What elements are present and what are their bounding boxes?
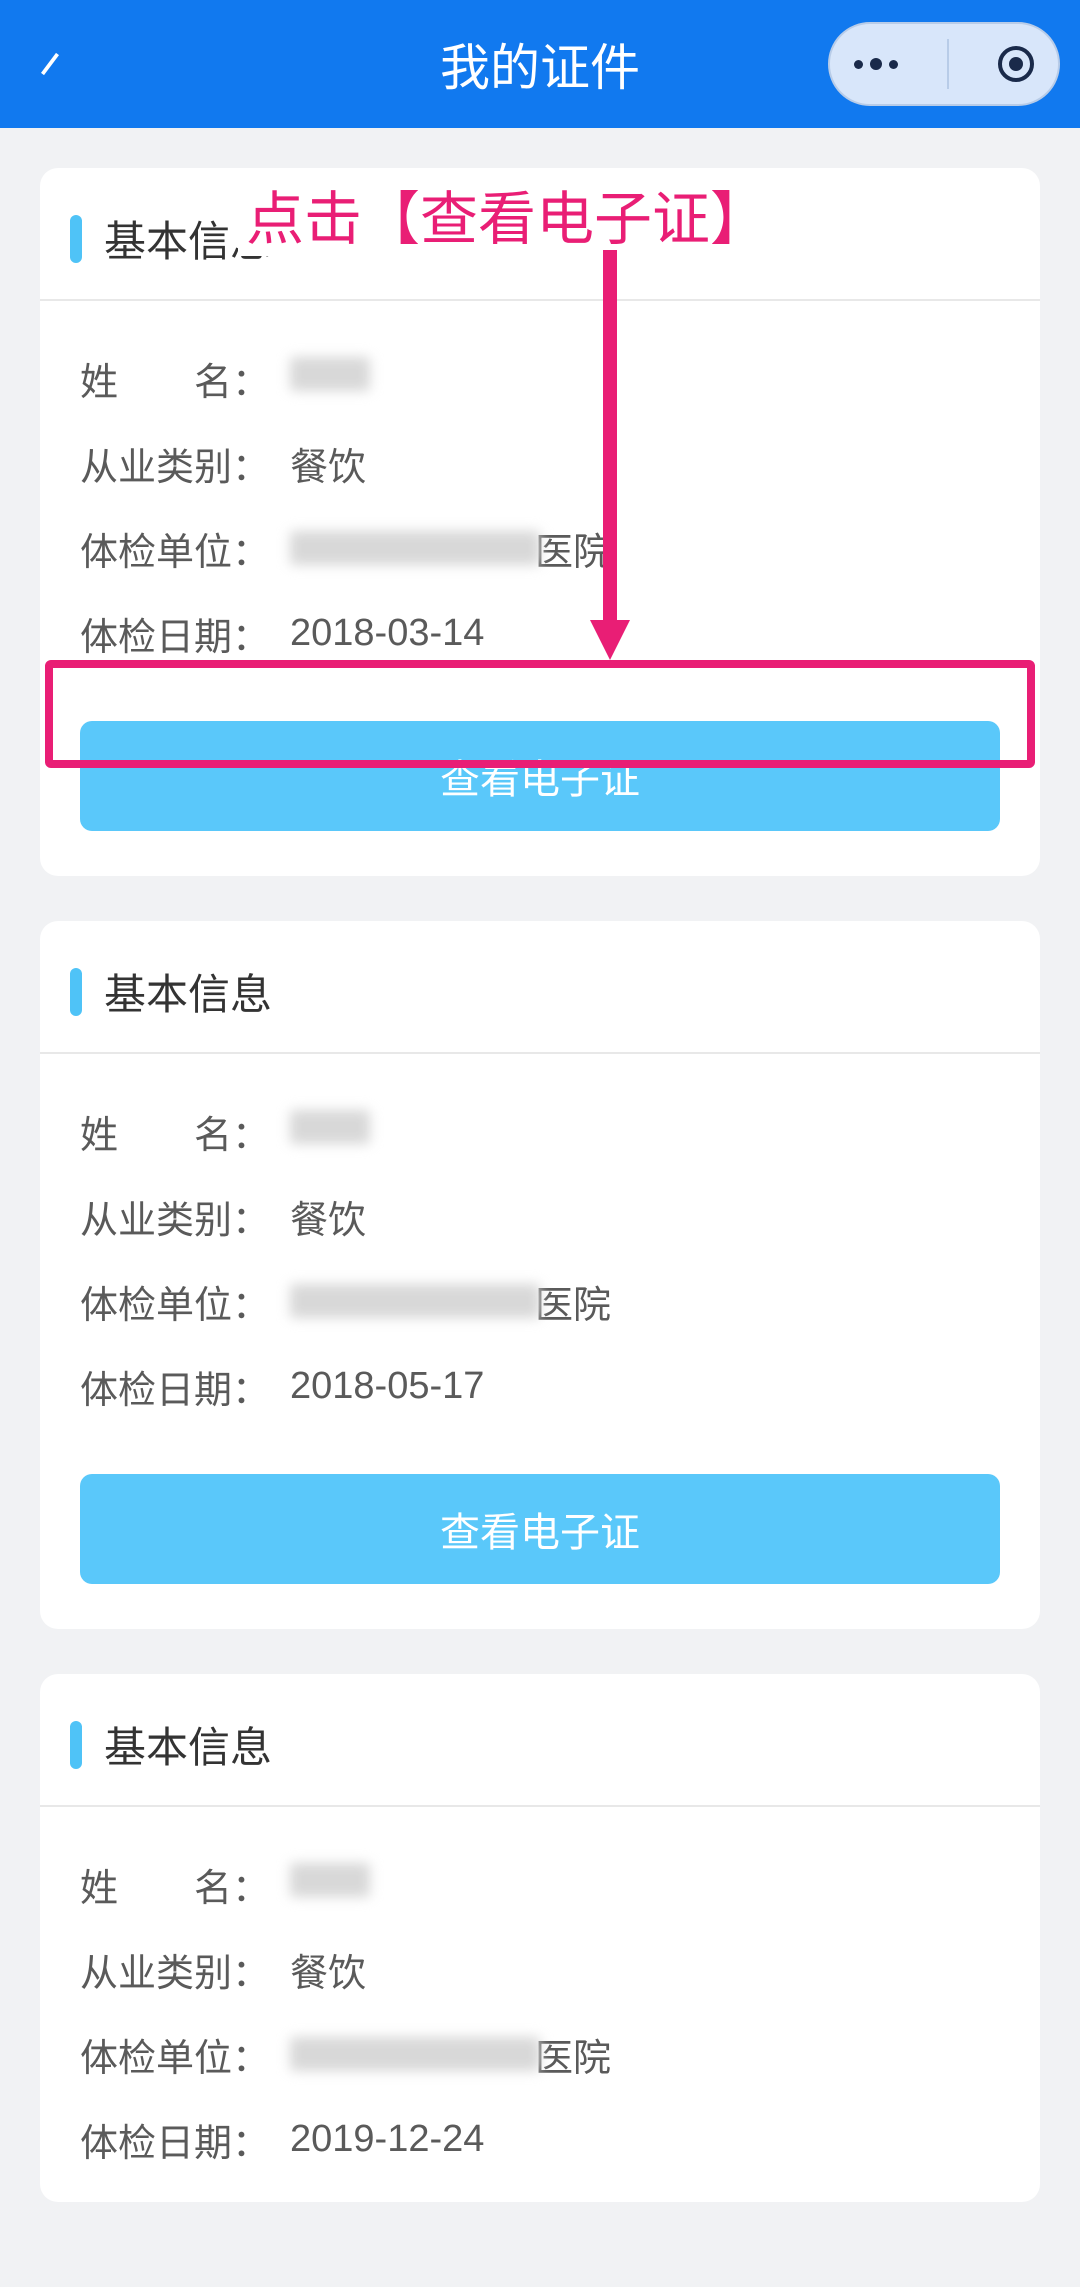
card-section-title: 基本信息 xyxy=(104,961,272,1022)
category-label: 从业类别： xyxy=(80,436,290,491)
miniprogram-capsule[interactable] xyxy=(828,22,1060,106)
date-value: 2018-05-17 xyxy=(290,1365,484,1408)
menu-icon[interactable] xyxy=(854,58,898,70)
category-row: 从业类别： 餐饮 xyxy=(80,1927,1000,2012)
date-label: 体检日期： xyxy=(80,2112,290,2167)
card-body: 姓 名： 从业类别： 餐饮 体检单位： 医院 体检日期： 2018-03-14 xyxy=(40,301,1040,696)
certificate-card: 基本信息 姓 名： 从业类别： 餐饮 体检单位： 医院 体检日期： 2018-0… xyxy=(40,168,1040,876)
unit-label: 体检单位： xyxy=(80,521,290,576)
name-row: 姓 名： xyxy=(80,1089,1000,1174)
page-title: 我的证件 xyxy=(440,28,640,100)
name-value xyxy=(290,1110,370,1154)
date-label: 体检日期： xyxy=(80,1359,290,1414)
card-body: 姓 名： 从业类别： 餐饮 体检单位： 医院 体检日期： 2019-12-24 xyxy=(40,1807,1040,2202)
capsule-divider xyxy=(947,39,949,89)
date-row: 体检日期： 2018-05-17 xyxy=(80,1344,1000,1429)
name-label: 姓 名： xyxy=(80,1104,290,1159)
name-value xyxy=(290,1863,370,1907)
name-row: 姓 名： xyxy=(80,1842,1000,1927)
name-label: 姓 名： xyxy=(80,351,290,406)
view-ecert-button[interactable]: 查看电子证 xyxy=(80,1474,1000,1584)
category-label: 从业类别： xyxy=(80,1942,290,1997)
content-area: 基本信息 姓 名： 从业类别： 餐饮 体检单位： 医院 体检日期： 2018-0… xyxy=(0,128,1080,2287)
name-row: 姓 名： xyxy=(80,336,1000,421)
back-icon[interactable] xyxy=(30,44,70,84)
app-header: 我的证件 xyxy=(0,0,1080,128)
close-icon[interactable] xyxy=(998,46,1034,82)
card-header: 基本信息 xyxy=(40,1674,1040,1807)
category-label: 从业类别： xyxy=(80,1189,290,1244)
unit-label: 体检单位： xyxy=(80,1274,290,1329)
unit-row: 体检单位： 医院 xyxy=(80,1259,1000,1344)
category-value: 餐饮 xyxy=(290,1189,366,1244)
unit-row: 体检单位： 医院 xyxy=(80,2012,1000,2097)
view-ecert-button[interactable]: 查看电子证 xyxy=(80,721,1000,831)
unit-row: 体检单位： 医院 xyxy=(80,506,1000,591)
accent-bar-icon xyxy=(70,215,82,263)
category-row: 从业类别： 餐饮 xyxy=(80,421,1000,506)
date-row: 体检日期： 2019-12-24 xyxy=(80,2097,1000,2182)
unit-value: 医院 xyxy=(290,521,611,576)
date-row: 体检日期： 2018-03-14 xyxy=(80,591,1000,676)
unit-value: 医院 xyxy=(290,2027,611,2082)
annotation-arrow-icon xyxy=(590,250,630,665)
card-body: 姓 名： 从业类别： 餐饮 体检单位： 医院 体检日期： 2018-05-17 xyxy=(40,1054,1040,1449)
unit-label: 体检单位： xyxy=(80,2027,290,2082)
date-value: 2018-03-14 xyxy=(290,612,484,655)
unit-value: 医院 xyxy=(290,1274,611,1329)
accent-bar-icon xyxy=(70,968,82,1016)
annotation-text: 点击【查看电子证】 xyxy=(238,172,776,256)
certificate-card: 基本信息 姓 名： 从业类别： 餐饮 体检单位： 医院 体检日期： 2019-1… xyxy=(40,1674,1040,2202)
category-value: 餐饮 xyxy=(290,436,366,491)
category-value: 餐饮 xyxy=(290,1942,366,1997)
name-value xyxy=(290,357,370,401)
card-section-title: 基本信息 xyxy=(104,1714,272,1775)
certificate-card: 基本信息 姓 名： 从业类别： 餐饮 体检单位： 医院 体检日期： 2018-0… xyxy=(40,921,1040,1629)
accent-bar-icon xyxy=(70,1721,82,1769)
category-row: 从业类别： 餐饮 xyxy=(80,1174,1000,1259)
date-value: 2019-12-24 xyxy=(290,2118,484,2161)
card-header: 基本信息 xyxy=(40,921,1040,1054)
name-label: 姓 名： xyxy=(80,1857,290,1912)
date-label: 体检日期： xyxy=(80,606,290,661)
